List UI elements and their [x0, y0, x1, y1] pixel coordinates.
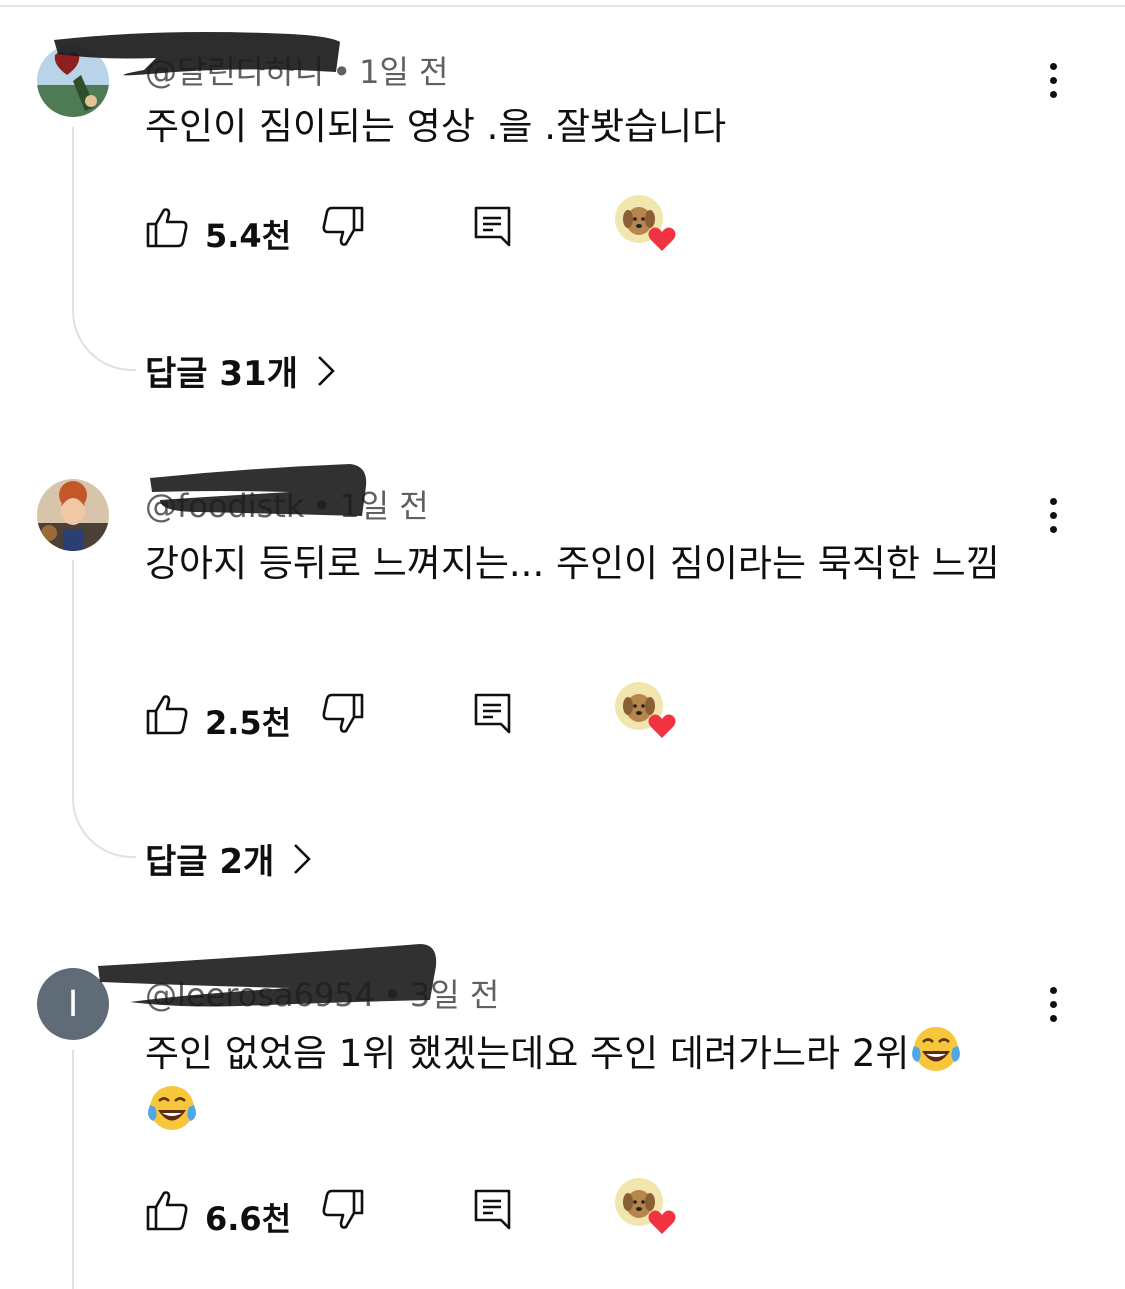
thumbs-down-icon[interactable] [321, 1188, 365, 1232]
thumbs-up-icon[interactable] [145, 1188, 189, 1232]
comment-meta: @달린다하니 • 1일 전 [145, 47, 449, 93]
chevron-right-icon [318, 355, 335, 386]
top-divider [0, 0, 1125, 7]
thumbs-up-icon[interactable] [145, 692, 189, 736]
thread-line [72, 1050, 74, 1289]
creator-heart-icon [615, 682, 676, 738]
comment-text: 강아지 등뒤로 느껴지는... 주인이 짐이라는 묵직한 느낌 [145, 542, 1000, 585]
like-count: 6.6천 [205, 1200, 292, 1238]
comment-actions: 2.5천 [145, 682, 745, 742]
comment-actions: 6.6천 [145, 1178, 745, 1238]
comment-time: 1일 전 [359, 53, 449, 91]
reply-icon[interactable] [473, 1188, 513, 1232]
avatar[interactable] [37, 479, 109, 551]
meta-separator: • [332, 53, 352, 91]
author-handle[interactable]: @달린다하니 [145, 53, 324, 91]
author-handle[interactable]: @leerosa6954 [145, 976, 375, 1014]
meta-separator: • [312, 487, 332, 525]
comment-time: 1일 전 [339, 487, 429, 525]
comment-actions: 5.4천 [145, 195, 745, 255]
thumbs-up-icon[interactable] [145, 205, 189, 249]
creator-heart-icon [615, 1178, 676, 1234]
avatar[interactable] [37, 45, 109, 117]
thumbs-down-icon[interactable] [321, 692, 365, 736]
like-count: 2.5천 [205, 704, 292, 742]
thread-line [72, 560, 74, 786]
author-handle[interactable]: @foodistk [145, 487, 304, 525]
comment-text-body: 주인 없었음 1위 했겠는데요 주인 데려가느라 2위 [145, 1032, 910, 1075]
more-vertical-icon[interactable] [1036, 488, 1070, 542]
thread-connector [72, 297, 136, 371]
comment-text: 주인 없었음 1위 했겠는데요 주인 데려가느라 2위 [145, 1024, 1025, 1142]
meta-separator: • [383, 976, 402, 1014]
face-with-tears-of-joy-emoji [148, 1086, 196, 1130]
thread-connector [72, 784, 136, 858]
creator-heart-icon [615, 195, 676, 251]
reply-icon[interactable] [473, 692, 513, 736]
chevron-right-icon [294, 843, 312, 874]
comment-meta: @foodistk • 1일 전 [145, 481, 429, 527]
face-with-tears-of-joy-emoji [912, 1027, 961, 1071]
more-vertical-icon[interactable] [1036, 977, 1070, 1031]
more-vertical-icon[interactable] [1036, 53, 1070, 107]
view-replies-button[interactable]: 답글 2개 [145, 834, 312, 883]
comment-text: 주인이 짐이되는 영상 .을 .잘봣습니다 [145, 105, 727, 148]
replies-label: 답글 31개 [145, 354, 298, 394]
comment-time: 3일 전 [409, 976, 500, 1014]
avatar[interactable]: I [37, 968, 109, 1040]
reply-icon[interactable] [473, 205, 513, 249]
replies-label: 답글 2개 [145, 842, 275, 882]
thread-line [72, 127, 74, 299]
view-replies-button[interactable]: 답글 31개 [145, 346, 336, 395]
thumbs-down-icon[interactable] [321, 205, 365, 249]
comment-meta: @leerosa6954 • 3일 전 [145, 970, 499, 1016]
like-count: 5.4천 [205, 217, 292, 255]
